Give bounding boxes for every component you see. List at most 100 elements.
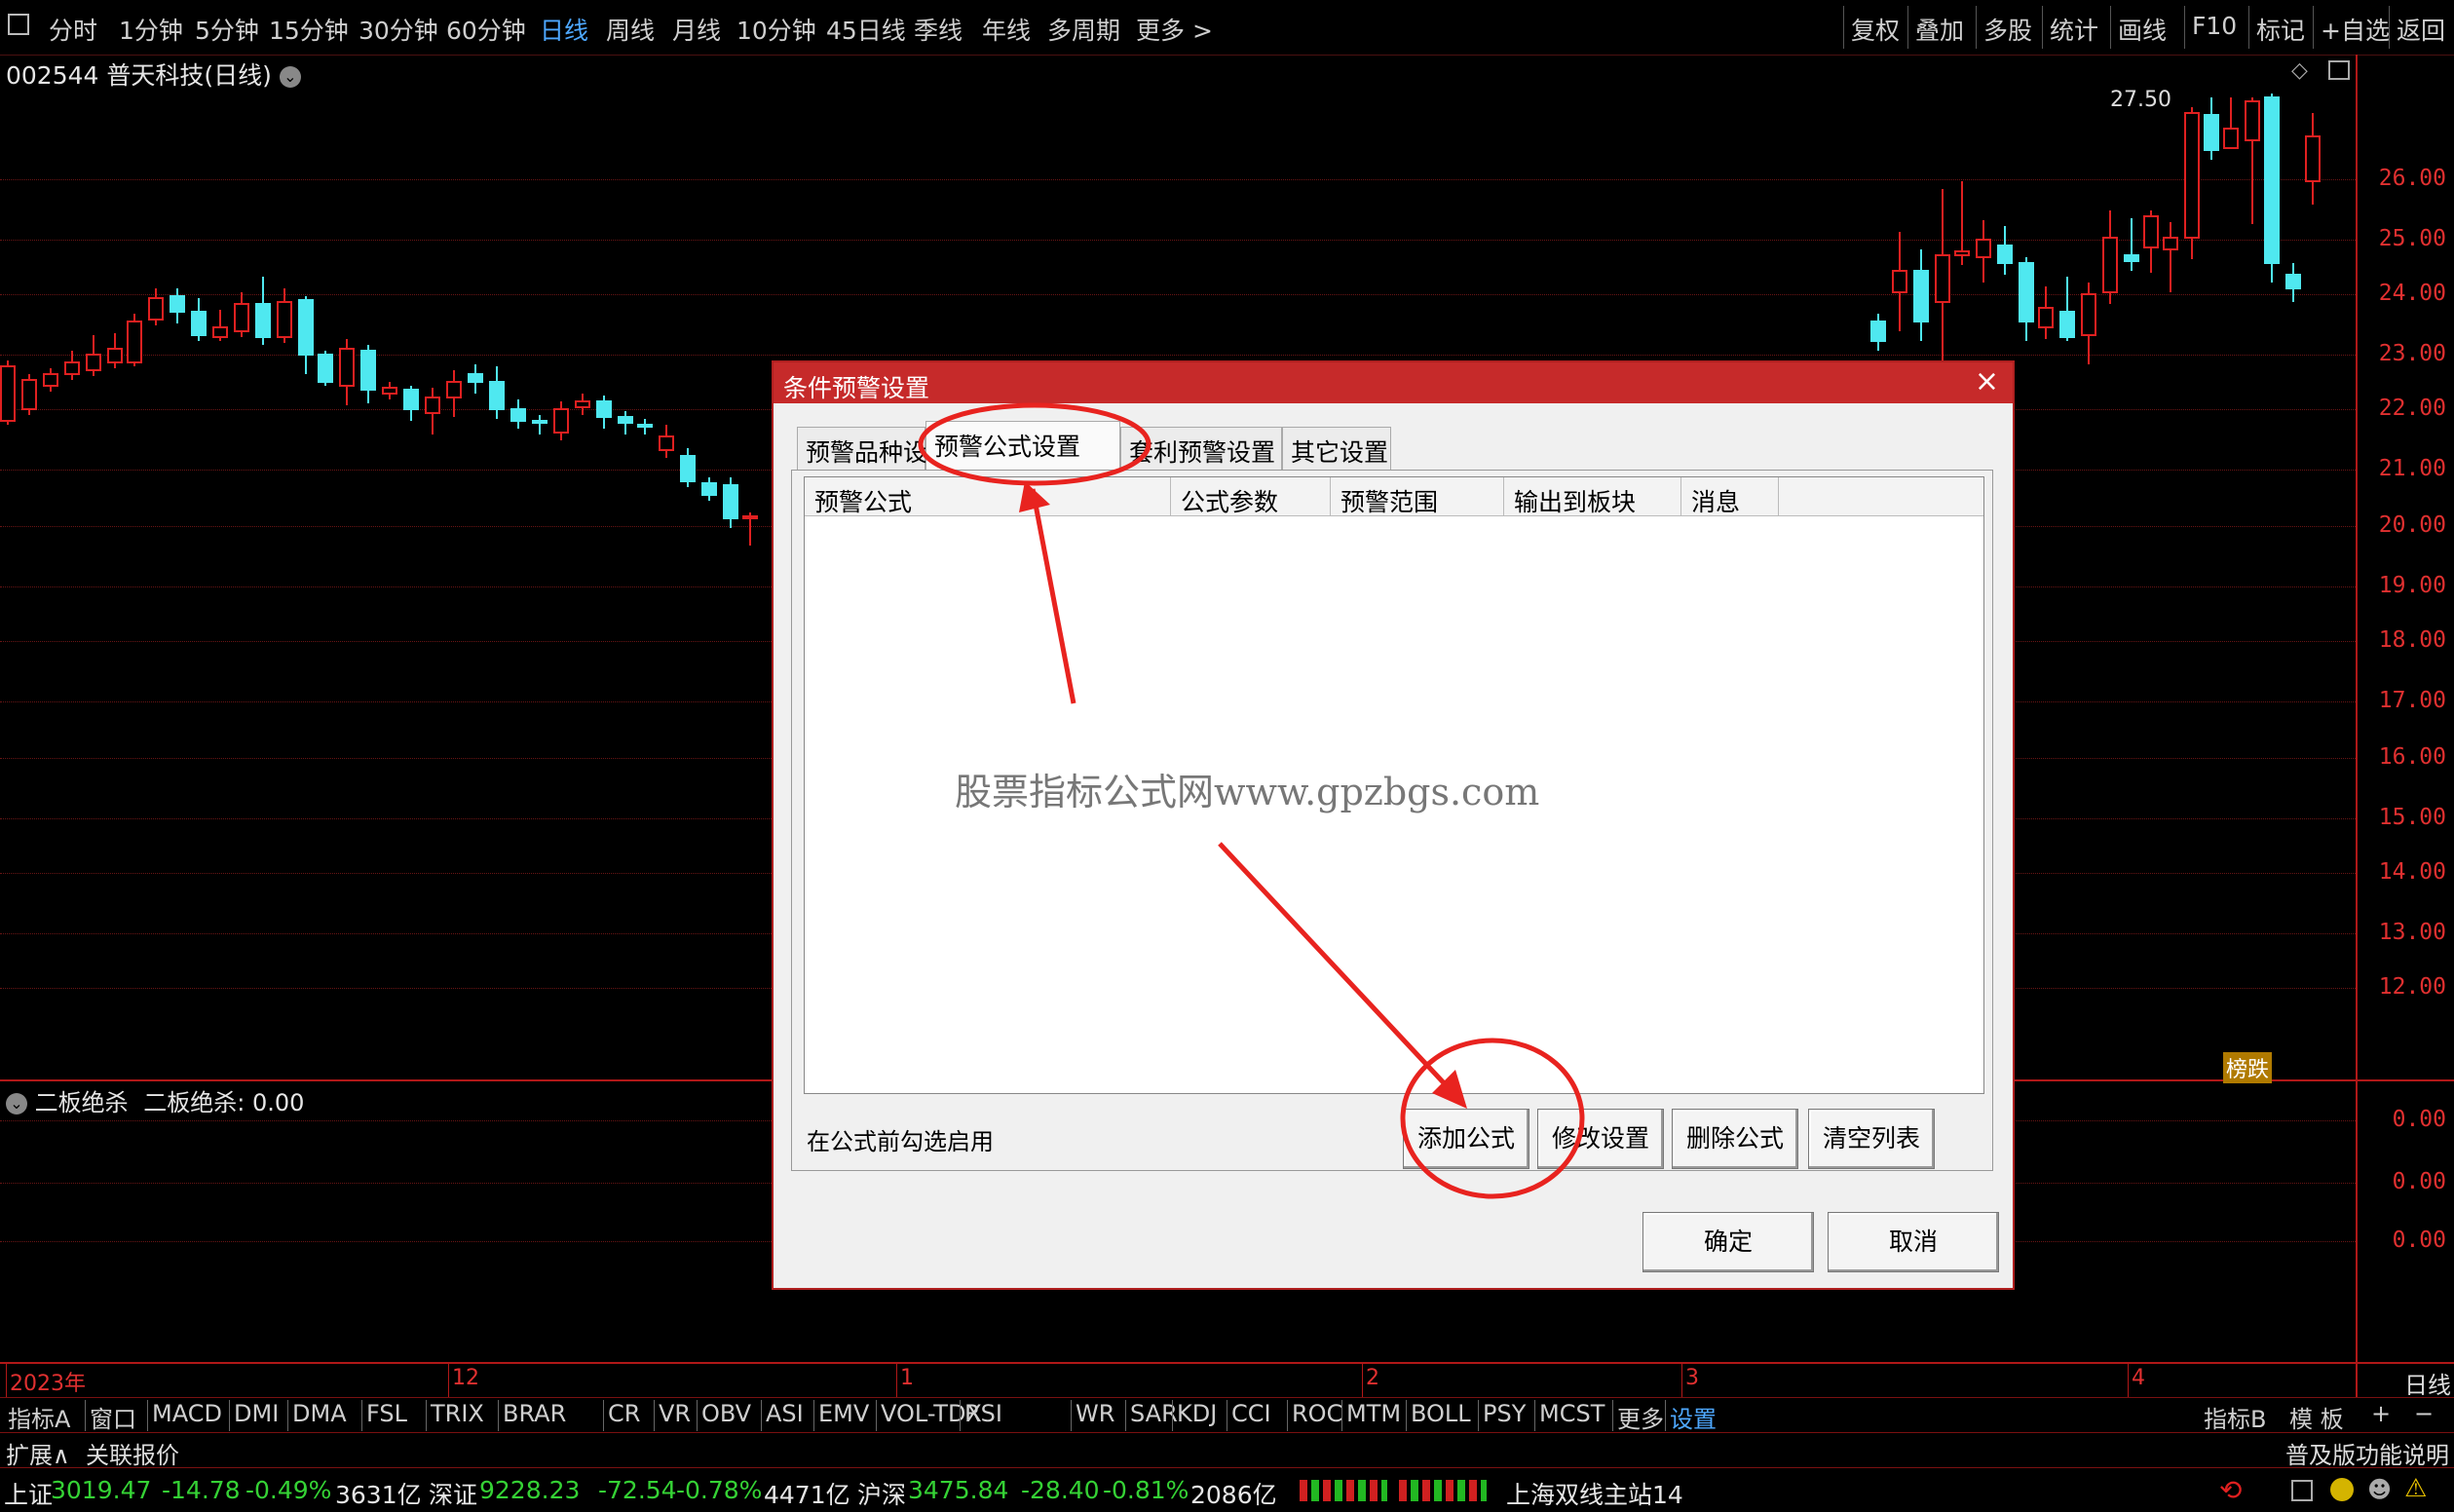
- expand-button[interactable]: 扩展∧: [6, 1436, 70, 1470]
- candle: [680, 448, 696, 487]
- candle: [510, 399, 526, 429]
- price-label: 20.00: [2378, 512, 2446, 538]
- candle: [468, 364, 483, 394]
- indicator-tab-22[interactable]: PSY: [1483, 1400, 1526, 1427]
- candle: [21, 374, 37, 415]
- indicator-right-0[interactable]: 指标B: [2204, 1400, 2266, 1434]
- candle: [170, 288, 185, 323]
- candle: [382, 382, 397, 399]
- indicator-tab-17[interactable]: KDJ: [1177, 1400, 1217, 1427]
- indicator-tab-23[interactable]: MCST: [1539, 1400, 1605, 1427]
- indicator-tab-10[interactable]: OBV: [701, 1400, 751, 1427]
- candle: [255, 277, 271, 345]
- indicator-tab-2[interactable]: MACD: [152, 1400, 222, 1427]
- indicator-tab-16[interactable]: SAR: [1130, 1400, 1178, 1427]
- indicator-tab-25[interactable]: 设置: [1670, 1400, 1717, 1434]
- indicator-tab-0[interactable]: 指标A: [8, 1400, 70, 1434]
- tab-1[interactable]: 预警公式设置: [925, 421, 1120, 472]
- candle: [339, 339, 355, 405]
- candle: [618, 411, 633, 435]
- candle: [191, 298, 207, 341]
- column-header-4[interactable]: 消息: [1681, 477, 1779, 516]
- indicator-tab-8[interactable]: CR: [608, 1400, 640, 1427]
- candle: [86, 335, 101, 376]
- tab-panel: 预警公式 公式参数 预警范围 输出到板块 消息: [791, 470, 1993, 1171]
- indicator-tab-12[interactable]: EMV: [818, 1400, 869, 1427]
- close-icon[interactable]: ×: [1975, 364, 1999, 398]
- indicator-tab-15[interactable]: WR: [1076, 1400, 1114, 1427]
- indicator-tab-24[interactable]: 更多: [1617, 1400, 1664, 1434]
- sz-amount: 4471亿: [764, 1481, 850, 1509]
- indicator-axis-label: 0.00: [2392, 1169, 2446, 1194]
- ok-button[interactable]: 确定: [1642, 1212, 1814, 1272]
- tab-0[interactable]: 预警品种设置: [797, 427, 952, 470]
- indicator-right-1[interactable]: 模 板: [2289, 1400, 2344, 1434]
- refresh-icon[interactable]: ⟲: [2219, 1474, 2242, 1506]
- indicator-tab-3[interactable]: DMI: [234, 1400, 279, 1427]
- indicator-tab-9[interactable]: VR: [659, 1400, 691, 1427]
- coin-icon[interactable]: [2330, 1478, 2354, 1501]
- index-status-bar: 上证 3019.47 -14.78 -0.49% 3631亿 深证 9228.2…: [0, 1467, 2454, 1512]
- hs-index: 3475.84: [908, 1476, 1009, 1504]
- candle: [701, 477, 717, 501]
- indicator-tab-18[interactable]: CCI: [1231, 1400, 1271, 1427]
- indicator-tab-4[interactable]: DMA: [292, 1400, 347, 1427]
- indicator-axis-label: 0.00: [2392, 1228, 2446, 1253]
- indicator-tab-21[interactable]: BOLL: [1411, 1400, 1471, 1427]
- tab-divider: [1172, 1400, 1173, 1431]
- sh-label: 上证: [4, 1481, 54, 1509]
- indicator-tab-1[interactable]: 窗口: [90, 1400, 136, 1434]
- warning-icon[interactable]: ⚠: [2404, 1474, 2427, 1503]
- clear-list-button[interactable]: 清空列表: [1808, 1109, 1935, 1169]
- toolbar-button-8[interactable]: 返回: [2397, 12, 2445, 47]
- add-formula-button[interactable]: 添加公式: [1403, 1109, 1529, 1169]
- indicator-tab-5[interactable]: FSL: [366, 1400, 407, 1427]
- indicator-tab-20[interactable]: MTM: [1346, 1400, 1401, 1427]
- indicator-tab-7[interactable]: BRAR: [503, 1400, 566, 1427]
- feature-help-link[interactable]: 普及版功能说明: [2285, 1436, 2449, 1470]
- column-header-0[interactable]: 预警公式: [805, 477, 1171, 516]
- price-label: 23.00: [2378, 341, 2446, 366]
- tab-divider: [960, 1400, 961, 1431]
- candle: [212, 310, 228, 341]
- column-header-2[interactable]: 预警范围: [1331, 477, 1504, 516]
- price-label: 25.00: [2378, 226, 2446, 251]
- delete-formula-button[interactable]: 删除公式: [1672, 1109, 1798, 1169]
- indicator-tab-14[interactable]: RSI: [964, 1400, 1002, 1427]
- candle: [446, 370, 462, 417]
- column-header-1[interactable]: 公式参数: [1171, 477, 1331, 516]
- tab-divider: [426, 1400, 427, 1431]
- price-label: 19.00: [2378, 573, 2446, 598]
- candle: [1997, 226, 2013, 275]
- tab-divider: [1125, 1400, 1126, 1431]
- tab-divider: [498, 1400, 499, 1431]
- tab-3[interactable]: 其它设置: [1282, 427, 1391, 470]
- tab-2[interactable]: 套利预警设置: [1120, 427, 1282, 470]
- dialog-titlebar[interactable]: 条件预警设置 ×: [774, 362, 2013, 403]
- price-axis-line: [2356, 55, 2358, 1397]
- candle: [2305, 113, 2321, 205]
- price-label: 16.00: [2378, 744, 2446, 770]
- time-tick: [2128, 1364, 2129, 1397]
- candle: [2081, 283, 2096, 364]
- time-label: 2023年: [10, 1372, 86, 1396]
- indicator-right-3[interactable]: −: [2414, 1400, 2434, 1427]
- related-quotes-button[interactable]: 关联报价: [86, 1436, 179, 1470]
- column-header-3[interactable]: 输出到板块: [1504, 477, 1681, 516]
- indicator-right-2[interactable]: +: [2371, 1400, 2391, 1427]
- tab-divider: [229, 1400, 230, 1431]
- cancel-button[interactable]: 取消: [1828, 1212, 1999, 1272]
- calculator-icon[interactable]: [2291, 1480, 2313, 1501]
- chevron-down-icon[interactable]: ⌄: [6, 1093, 27, 1115]
- indicator-tab-6[interactable]: TRIX: [431, 1400, 484, 1427]
- edit-settings-button[interactable]: 修改设置: [1537, 1109, 1664, 1169]
- sz-percent: -0.78%: [676, 1476, 763, 1504]
- time-label: 4: [2132, 1366, 2145, 1390]
- tab-divider: [813, 1400, 814, 1431]
- indicator-tab-11[interactable]: ASI: [766, 1400, 804, 1427]
- candle: [2124, 218, 2139, 271]
- candle: [489, 366, 505, 419]
- user-icon[interactable]: ☻: [2367, 1476, 2392, 1503]
- candle: [2102, 210, 2118, 304]
- indicator-tab-19[interactable]: ROC: [1292, 1400, 1342, 1427]
